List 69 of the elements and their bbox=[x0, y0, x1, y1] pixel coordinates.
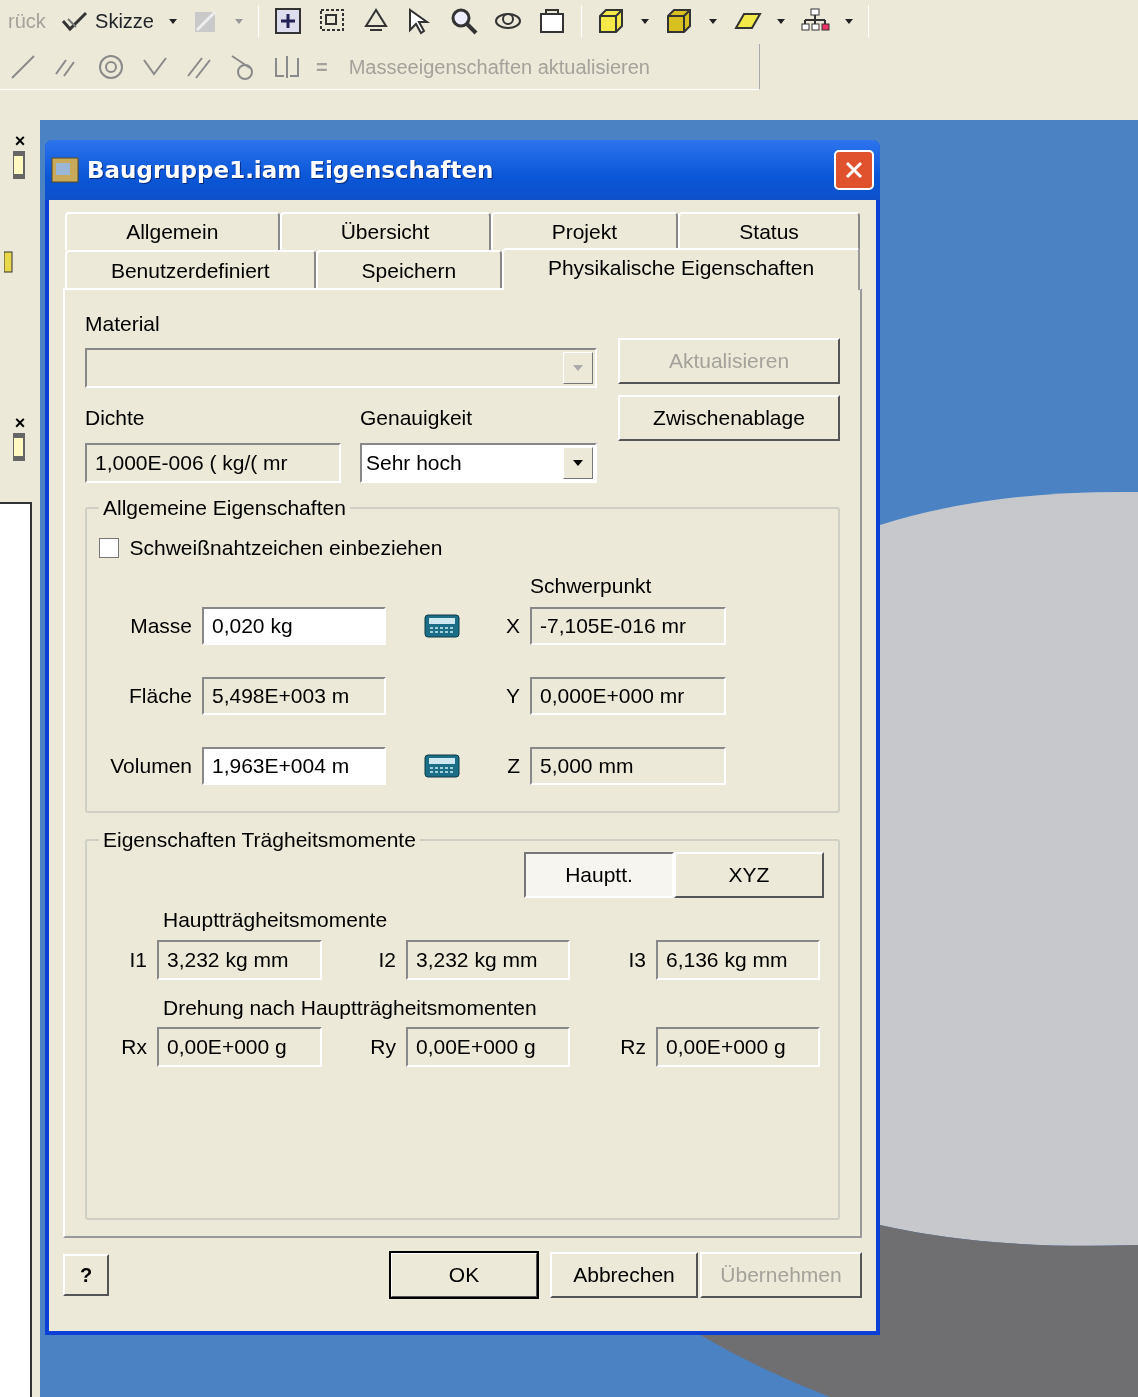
field-label: I3 bbox=[627, 946, 647, 973]
dropdown-arrow-icon bbox=[572, 459, 584, 467]
axis-label: Z bbox=[506, 753, 521, 780]
axis-label: X bbox=[505, 613, 521, 640]
sketch-button[interactable]: Skizze bbox=[59, 6, 154, 36]
centroid-field: 5,000 mm bbox=[530, 747, 726, 785]
close-button[interactable]: × bbox=[14, 132, 26, 150]
caret-icon[interactable] bbox=[775, 17, 786, 25]
dialog-button[interactable]: OK bbox=[390, 1252, 538, 1298]
close-icon bbox=[844, 160, 864, 180]
tab[interactable]: Benutzerdefiniert bbox=[65, 250, 316, 290]
moment-field: 3,232 kg mm bbox=[406, 939, 570, 980]
field-label: Volumen bbox=[109, 753, 193, 780]
rotation-field: 0,00E+000 g bbox=[656, 1027, 820, 1068]
group-title: Allgemeine Eigenschaften bbox=[102, 497, 347, 518]
rotation-field: 0,00E+000 g bbox=[406, 1027, 570, 1068]
caret-icon[interactable] bbox=[843, 17, 854, 25]
density-label: Dichte bbox=[85, 404, 146, 431]
equals-symbol: = bbox=[316, 54, 328, 80]
tab[interactable]: Status bbox=[678, 212, 860, 250]
section-label: Drehung nach Hauptträgheitsmomenten bbox=[162, 994, 538, 1021]
toggle-button[interactable]: XYZ bbox=[674, 852, 824, 899]
caret-icon[interactable] bbox=[167, 17, 178, 25]
caret-icon[interactable] bbox=[707, 17, 718, 25]
group-title: Eigenschaften Trägheitsmomente bbox=[102, 829, 417, 851]
tab[interactable]: Physikalische Eigenschaften bbox=[502, 248, 860, 290]
accuracy-label: Genauigkeit bbox=[360, 404, 474, 431]
rotation-field: 0,00E+000 g bbox=[157, 1027, 322, 1068]
dropdown-arrow-icon bbox=[572, 363, 584, 372]
centroid-field: 0,000E+000 mr bbox=[530, 677, 726, 715]
tab[interactable]: Speichern bbox=[315, 250, 502, 290]
centroid-field: -7,105E-016 mr bbox=[530, 607, 726, 645]
field-label: Masse bbox=[129, 613, 193, 640]
accuracy-value: Sehr hoch bbox=[366, 450, 462, 477]
value-field[interactable]: 1,963E+004 m bbox=[202, 747, 386, 785]
tab[interactable]: Übersicht bbox=[279, 212, 491, 250]
field-label: Ry bbox=[369, 1034, 397, 1061]
centroid-label: Schwerpunkt bbox=[530, 572, 653, 599]
moment-field: 6,136 kg mm bbox=[656, 939, 820, 980]
close-button[interactable]: × bbox=[14, 414, 26, 432]
field-label: Fläche bbox=[127, 683, 193, 710]
calculator-icon[interactable] bbox=[424, 613, 460, 639]
moment-field: 3,232 kg mm bbox=[157, 939, 322, 980]
axis-label: Y bbox=[505, 683, 521, 710]
close-button[interactable] bbox=[834, 150, 874, 190]
density-field[interactable]: 1,000E-006 ( kg/( mr bbox=[85, 443, 341, 483]
zoom-all-icon[interactable] bbox=[272, 6, 303, 36]
help-button[interactable]: ? bbox=[63, 1254, 109, 1296]
section-label: Hauptträgheitsmomente bbox=[162, 907, 389, 934]
app-icon bbox=[51, 157, 79, 183]
tab[interactable]: Allgemein bbox=[65, 212, 280, 250]
calculator-icon[interactable] bbox=[424, 753, 460, 779]
value-field[interactable]: 0,020 kg bbox=[202, 607, 386, 645]
update-label: Masseeigenschaften aktualisieren bbox=[348, 54, 650, 80]
dialog-button[interactable]: Abbrechen bbox=[550, 1252, 698, 1298]
tab[interactable]: Projekt bbox=[490, 212, 679, 250]
material-label: Material bbox=[85, 311, 161, 337]
window-title: Baugruppe1.iam Eigenschaften bbox=[87, 155, 495, 185]
checkbox[interactable] bbox=[99, 537, 119, 558]
checkbox-row[interactable]: Schweißnahtzeichen einbeziehen bbox=[99, 532, 838, 564]
field-label: Rx bbox=[120, 1034, 148, 1061]
toggle-button[interactable]: Hauptt. bbox=[524, 852, 674, 899]
caret-icon[interactable] bbox=[639, 17, 650, 25]
action-button[interactable]: Zwischenablage bbox=[618, 394, 840, 441]
field-label: I1 bbox=[128, 946, 148, 973]
field-label: I2 bbox=[377, 946, 397, 973]
field-label: Rz bbox=[619, 1034, 647, 1061]
accuracy-dropdown[interactable]: Sehr hoch bbox=[360, 443, 597, 483]
value-field: 5,498E+003 m bbox=[202, 677, 386, 715]
